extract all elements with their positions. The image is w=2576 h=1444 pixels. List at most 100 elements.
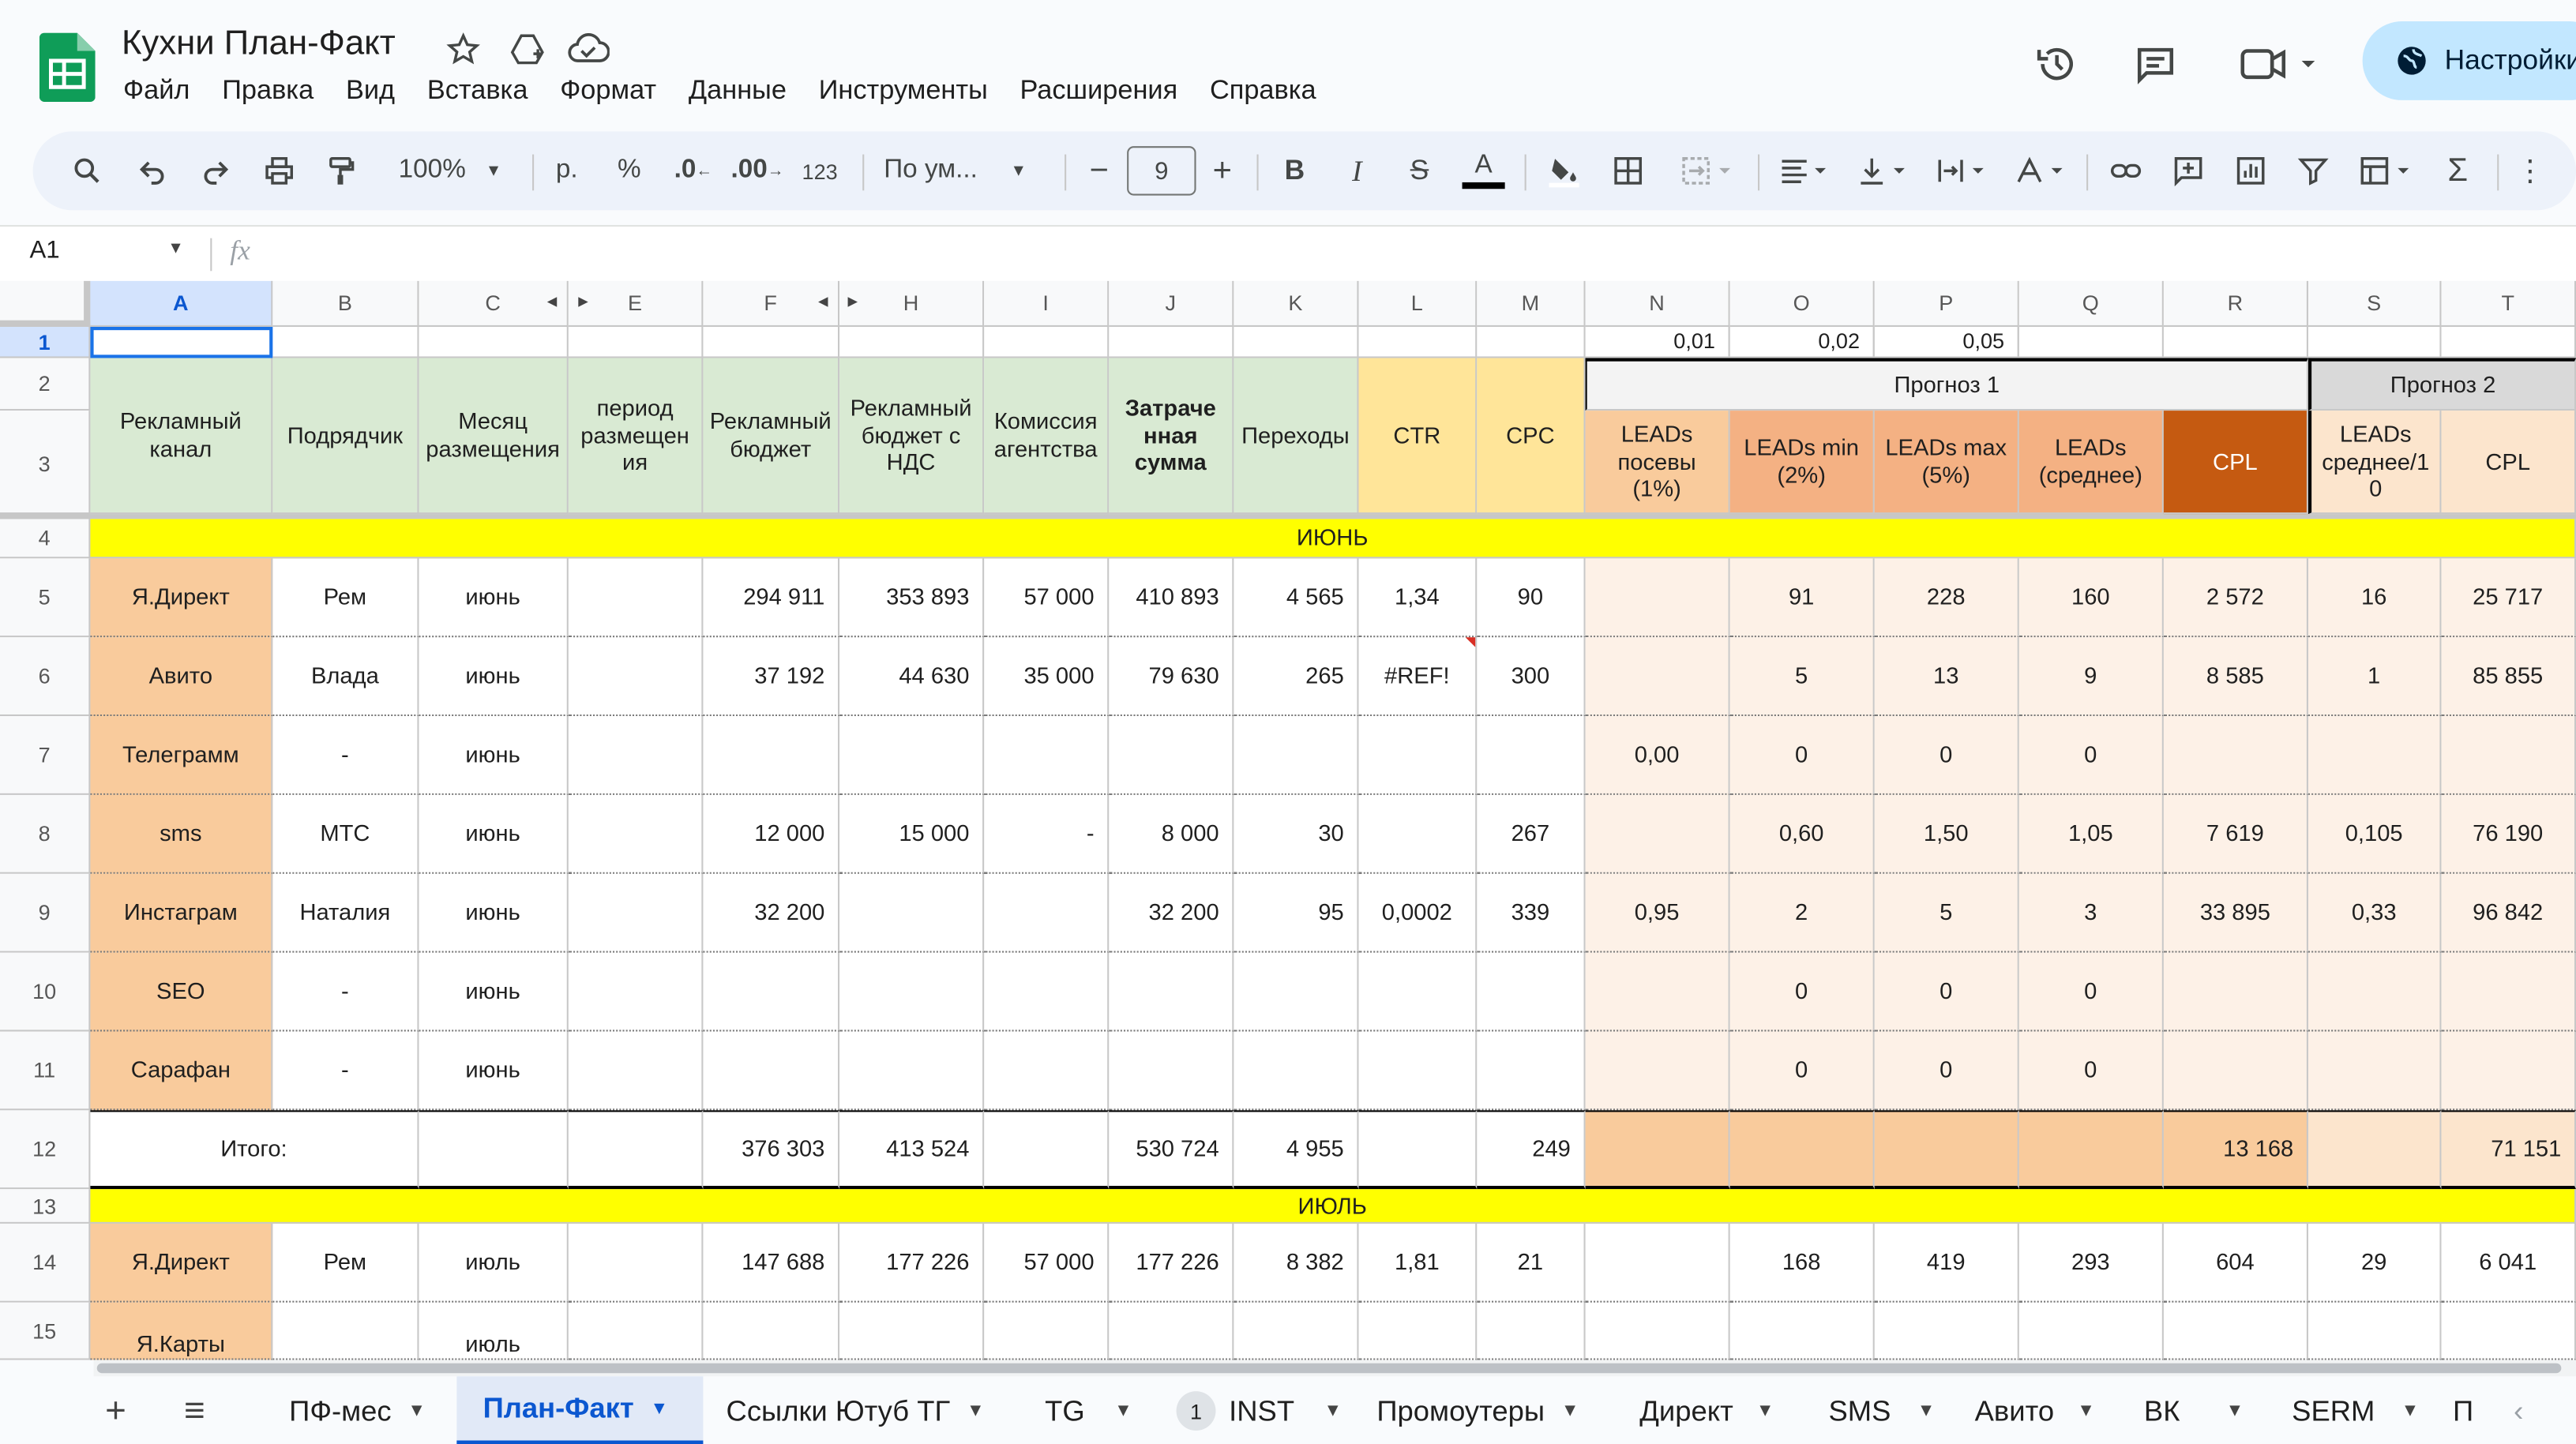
cell-H7[interactable]: [839, 716, 985, 795]
cell-B1[interactable]: [272, 326, 419, 358]
cell-P14[interactable]: 419: [1874, 1223, 2019, 1303]
row-header-3[interactable]: 3: [0, 411, 91, 519]
tab-pf-mes[interactable]: ПФ-мес ▼: [289, 1376, 426, 1444]
cell-A10[interactable]: SEO: [90, 952, 273, 1032]
column-header-p[interactable]: P: [1874, 280, 2019, 327]
cell-O11[interactable]: 0: [1729, 1031, 1875, 1111]
decrease-decimal-button[interactable]: .0 ←: [669, 131, 718, 210]
cell-P5[interactable]: 228: [1874, 558, 2019, 638]
cell-E14[interactable]: [568, 1223, 704, 1303]
cell-K15[interactable]: [1234, 1302, 1359, 1360]
scroll-tabs-left-icon[interactable]: ‹: [2514, 1376, 2523, 1444]
cell-F10[interactable]: [703, 952, 840, 1032]
tab-avito[interactable]: Авито ▼: [1975, 1376, 2095, 1444]
cell-Q6[interactable]: 9: [2018, 637, 2164, 717]
row-header-15[interactable]: 15: [0, 1302, 91, 1360]
cell-M14[interactable]: 21: [1477, 1223, 1586, 1303]
cell-O1-rate[interactable]: 0,02: [1729, 326, 1875, 358]
cell-E12[interactable]: [568, 1110, 704, 1190]
cell-A8[interactable]: sms: [90, 794, 273, 874]
cell-A6[interactable]: Авито: [90, 637, 273, 717]
cell-C12[interactable]: [419, 1110, 569, 1190]
cell-T10[interactable]: [2441, 952, 2576, 1032]
cell-B5[interactable]: Рем: [272, 558, 419, 638]
column-header-r[interactable]: R: [2163, 280, 2308, 327]
cell-A7[interactable]: Телеграмм: [90, 716, 273, 795]
cell-Q10[interactable]: 0: [2018, 952, 2164, 1032]
cell-I15[interactable]: [984, 1302, 1110, 1360]
cell-F14[interactable]: 147 688: [703, 1223, 840, 1303]
cell-S1[interactable]: [2308, 326, 2442, 358]
tab-vk[interactable]: ВК ▼: [2144, 1376, 2244, 1444]
row-header-9[interactable]: 9: [0, 873, 91, 953]
tab-sms[interactable]: SMS ▼: [1828, 1376, 1935, 1444]
version-history-icon[interactable]: [2032, 39, 2081, 88]
cell-J1[interactable]: [1109, 326, 1234, 358]
cell-O9[interactable]: 2: [1729, 873, 1875, 953]
fill-color-icon[interactable]: [1541, 131, 1587, 210]
tab-menu-chevron-icon[interactable]: ▼: [1324, 1401, 1342, 1421]
tab-youtube-links[interactable]: Ссылки Ютуб ТГ ▼: [727, 1376, 985, 1444]
cell-E6[interactable]: [568, 637, 704, 717]
menu-data[interactable]: Данные: [689, 76, 787, 107]
total-j[interactable]: 530 724: [1109, 1110, 1234, 1190]
selected-cell-A1[interactable]: [90, 326, 273, 358]
cell-L15[interactable]: [1358, 1302, 1478, 1360]
tab-menu-chevron-icon[interactable]: ▼: [967, 1401, 985, 1421]
zoom-select[interactable]: 100% ▼: [385, 131, 516, 210]
tab-next-truncated[interactable]: П: [2453, 1376, 2482, 1444]
tab-menu-chevron-icon[interactable]: ▼: [2401, 1401, 2420, 1421]
cell-H9[interactable]: [839, 873, 985, 953]
header-p[interactable]: LEADs max (5%): [1874, 411, 2019, 515]
cell-A14[interactable]: Я.Директ: [90, 1223, 273, 1303]
cell-C5[interactable]: июнь: [419, 558, 569, 638]
cell-R5[interactable]: 2 572: [2163, 558, 2308, 638]
cell-K6[interactable]: 265: [1234, 637, 1359, 717]
increase-decimal-button[interactable]: .00 →: [730, 131, 786, 210]
cell-N10[interactable]: [1585, 952, 1730, 1032]
tab-inst[interactable]: 1 INST ▼: [1176, 1376, 1342, 1444]
total-p[interactable]: [1874, 1110, 2019, 1190]
cell-B10[interactable]: -: [272, 952, 419, 1032]
cell-O8[interactable]: 0,60: [1729, 794, 1875, 874]
more-formats-button[interactable]: 123: [798, 131, 841, 210]
cell-M7[interactable]: [1477, 716, 1586, 795]
row-header-8[interactable]: 8: [0, 794, 91, 874]
cell-C10[interactable]: июнь: [419, 952, 569, 1032]
tab-direct[interactable]: Директ ▼: [1639, 1376, 1774, 1444]
cell-R8[interactable]: 7 619: [2163, 794, 2308, 874]
menu-insert[interactable]: Вставка: [427, 76, 528, 107]
column-header-l[interactable]: L: [1358, 280, 1478, 327]
column-header-q[interactable]: Q: [2018, 280, 2164, 327]
cell-R1[interactable]: [2163, 326, 2308, 358]
header-prognoz-2[interactable]: Прогноз 2: [2308, 358, 2576, 411]
filter-icon[interactable]: [2290, 131, 2336, 210]
paint-format-icon[interactable]: [321, 131, 363, 210]
cell-P6[interactable]: 13: [1874, 637, 2019, 717]
cell-T14[interactable]: 6 041: [2441, 1223, 2576, 1303]
total-k[interactable]: 4 955: [1234, 1110, 1359, 1190]
menu-view[interactable]: Вид: [346, 76, 395, 107]
cell-L14[interactable]: 1,81: [1358, 1223, 1478, 1303]
comments-icon[interactable]: [2131, 39, 2180, 88]
row-header-6[interactable]: 6: [0, 637, 91, 717]
cell-S11[interactable]: [2308, 1031, 2442, 1111]
cell-C7[interactable]: июнь: [419, 716, 569, 795]
cell-O6[interactable]: 5: [1729, 637, 1875, 717]
cell-Q9[interactable]: 3: [2018, 873, 2164, 953]
cell-C15[interactable]: июль: [419, 1302, 569, 1360]
cell-B15[interactable]: [272, 1302, 419, 1360]
cell-C6[interactable]: июнь: [419, 637, 569, 717]
cell-N6[interactable]: [1585, 637, 1730, 717]
menu-help[interactable]: Справка: [1210, 76, 1316, 107]
tab-menu-chevron-icon[interactable]: ▼: [407, 1401, 426, 1421]
cell-O14[interactable]: 168: [1729, 1223, 1875, 1303]
total-s[interactable]: [2308, 1110, 2442, 1190]
cell-R9[interactable]: 33 895: [2163, 873, 2308, 953]
hidden-columns-arrow-icon[interactable]: ▸: [847, 289, 858, 312]
cloud-status-icon[interactable]: [567, 29, 610, 69]
cell-E10[interactable]: [568, 952, 704, 1032]
italic-icon[interactable]: I: [1337, 131, 1376, 210]
cell-K5[interactable]: 4 565: [1234, 558, 1359, 638]
cell-E15[interactable]: [568, 1302, 704, 1360]
